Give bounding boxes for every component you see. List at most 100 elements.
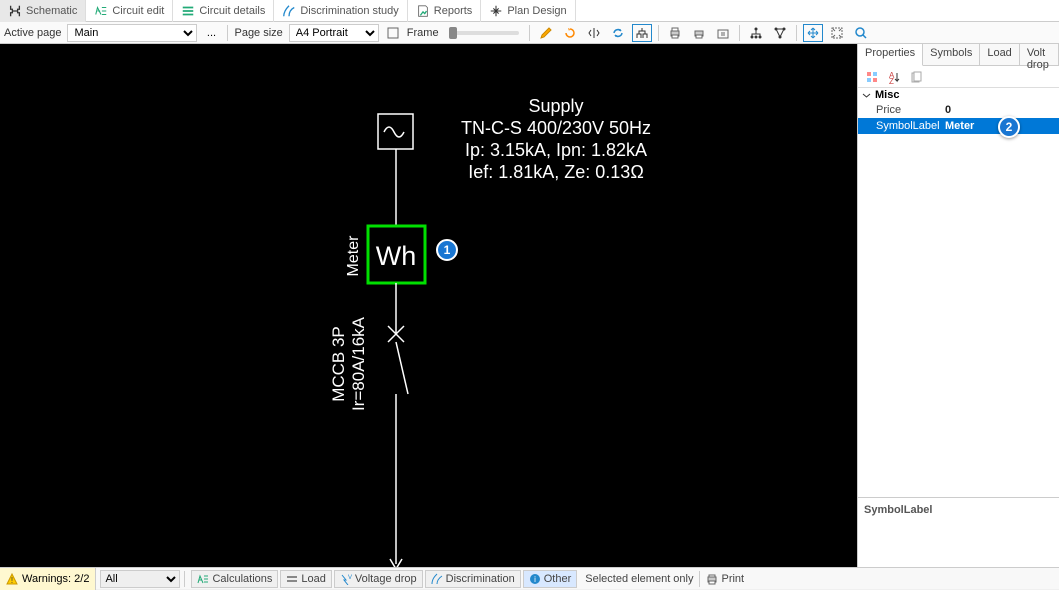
ptab-properties[interactable]: Properties: [858, 44, 923, 66]
active-page-select[interactable]: Main: [67, 24, 197, 42]
print-link[interactable]: Print: [706, 573, 744, 585]
callout-1: 1: [436, 239, 458, 261]
ellipsis-button[interactable]: ...: [201, 24, 221, 42]
ptab-symbols[interactable]: Symbols: [923, 44, 980, 65]
meter-label: Meter: [345, 235, 362, 277]
pages-icon: [909, 70, 923, 84]
categorized-button[interactable]: [862, 68, 882, 86]
schematic-canvas[interactable]: Supply TN-C-S 400/230V 50Hz Ip: 3.15kA, …: [0, 44, 857, 567]
property-description: SymbolLabel: [858, 497, 1059, 567]
sort-icon: AZ: [887, 70, 901, 84]
prop-value[interactable]: 0: [943, 104, 1059, 116]
sine-icon: [384, 127, 404, 137]
warnings-chip[interactable]: ! Warnings: 2/2: [0, 568, 96, 590]
active-page-label: Active page: [4, 27, 61, 39]
chip-label: Calculations: [212, 573, 272, 585]
supply-line1: TN-C-S 400/230V 50Hz: [461, 118, 651, 138]
frame-icon: [386, 26, 400, 40]
chip-other[interactable]: iOther: [523, 570, 578, 588]
meter-wh: Wh: [376, 241, 417, 271]
network-icon: [773, 26, 787, 40]
category-misc[interactable]: Misc: [858, 88, 1059, 102]
ptab-voltdrop[interactable]: Volt drop: [1020, 44, 1059, 65]
schematic-icon: [8, 4, 22, 18]
separator: [529, 25, 530, 41]
print-button[interactable]: [665, 24, 685, 42]
schematic-svg: Supply TN-C-S 400/230V 50Hz Ip: 3.15kA, …: [0, 44, 857, 567]
separator: [739, 25, 740, 41]
refresh-button[interactable]: [608, 24, 628, 42]
prop-row-price[interactable]: Price 0: [858, 102, 1059, 118]
export-button[interactable]: [713, 24, 733, 42]
tab-schematic[interactable]: Schematic: [0, 0, 86, 22]
warning-icon: !: [6, 573, 18, 585]
circuit-edit-icon: [94, 4, 108, 18]
page-size-select[interactable]: A4 Portrait: [289, 24, 379, 42]
properties-panel: Properties Symbols Load Volt drop AZ Mis…: [857, 44, 1059, 567]
switch-arm: [396, 342, 408, 394]
print-label: Print: [721, 573, 744, 585]
tab-circuit-edit[interactable]: Circuit edit: [86, 0, 173, 22]
zoom-button[interactable]: [851, 24, 871, 42]
chip-load[interactable]: Load: [280, 570, 331, 588]
properties-toolbar: AZ: [858, 66, 1059, 88]
chip-label: Other: [544, 573, 572, 585]
hierarchy-button[interactable]: [746, 24, 766, 42]
sort-button[interactable]: AZ: [884, 68, 904, 86]
export-icon: [716, 26, 730, 40]
top-tabs: Schematic Circuit edit Circuit details D…: [0, 0, 1059, 22]
tab-plan-design[interactable]: Plan Design: [481, 0, 575, 22]
tab-reports-label: Reports: [434, 5, 473, 17]
slider-thumb[interactable]: [449, 27, 457, 39]
tab-discrimination-label: Discrimination study: [300, 5, 398, 17]
status-bar: ! Warnings: 2/2 All Calculations Load VV…: [0, 567, 1059, 589]
reload-button[interactable]: [560, 24, 580, 42]
chip-calculations[interactable]: Calculations: [191, 570, 278, 588]
zoom-icon: [854, 26, 868, 40]
supply-line3: Ief: 1.81kA, Ze: 0.13Ω: [468, 162, 644, 182]
tree-button[interactable]: [632, 24, 652, 42]
toolbar-secondary: Active page Main ... Page size A4 Portra…: [0, 22, 1059, 44]
refresh-icon: [611, 26, 625, 40]
separator: [658, 25, 659, 41]
svg-text:!: !: [11, 576, 13, 585]
voltdrop-icon: V: [340, 573, 352, 585]
fit-icon: [830, 26, 844, 40]
supply-title: Supply: [528, 96, 583, 116]
discrimination-icon: [282, 4, 296, 18]
chip-voltage-drop[interactable]: VVoltage drop: [334, 570, 423, 588]
tab-circuit-details-label: Circuit details: [199, 5, 265, 17]
property-desc-title: SymbolLabel: [864, 504, 932, 516]
split-icon: [587, 26, 601, 40]
opacity-slider[interactable]: [449, 31, 519, 35]
plan-design-icon: [489, 4, 503, 18]
property-grid[interactable]: Misc Price 0 SymbolLabel Meter 2: [858, 88, 1059, 497]
tab-schematic-label: Schematic: [26, 5, 77, 17]
svg-text:Z: Z: [889, 77, 894, 84]
chip-discrimination[interactable]: Discrimination: [425, 570, 521, 588]
separator: [227, 25, 228, 41]
tab-reports[interactable]: Reports: [408, 0, 482, 22]
move-button[interactable]: [803, 24, 823, 42]
print2-button[interactable]: [689, 24, 709, 42]
pencil-icon: [539, 26, 553, 40]
frame-toggle[interactable]: [383, 24, 403, 42]
network-button[interactable]: [770, 24, 790, 42]
selected-only-label[interactable]: Selected element only: [585, 573, 693, 585]
load-icon: [286, 573, 298, 585]
circuit-details-icon: [181, 4, 195, 18]
svg-text:V: V: [348, 575, 352, 581]
fit-button[interactable]: [827, 24, 847, 42]
tree-icon: [635, 26, 649, 40]
warnings-label: Warnings: 2/2: [22, 573, 89, 585]
print-icon: [706, 573, 718, 585]
pencil-button[interactable]: [536, 24, 556, 42]
ptab-load[interactable]: Load: [980, 44, 1019, 65]
tab-discrimination[interactable]: Discrimination study: [274, 0, 407, 22]
split-button[interactable]: [584, 24, 604, 42]
separator: [796, 25, 797, 41]
tab-circuit-details[interactable]: Circuit details: [173, 0, 274, 22]
pages-button[interactable]: [906, 68, 926, 86]
filter-select[interactable]: All: [100, 570, 180, 588]
prop-row-symbollabel[interactable]: SymbolLabel Meter: [858, 118, 1059, 134]
